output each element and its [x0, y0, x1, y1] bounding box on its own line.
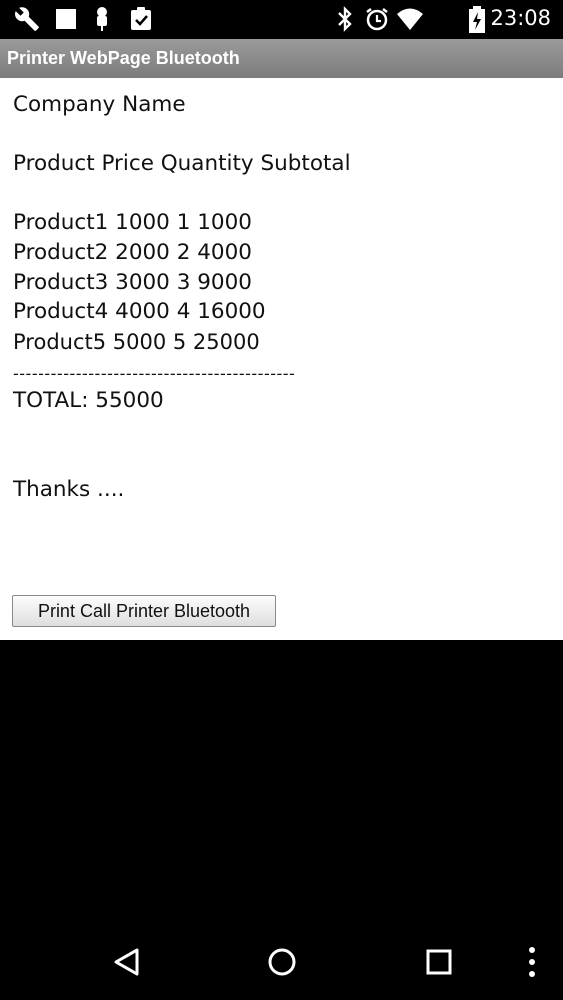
company-name: Company Name — [13, 92, 186, 117]
overflow-menu-icon[interactable] — [520, 942, 544, 986]
android-debug-icon — [90, 6, 114, 36]
status-bar: 23:08 — [0, 0, 563, 39]
thanks-message: Thanks .... — [13, 477, 125, 502]
bluetooth-icon — [335, 6, 355, 36]
back-icon[interactable] — [110, 942, 144, 986]
receipt-item: Product5 5000 5 25000 — [13, 330, 260, 354]
receipt-separator: ----------------------------------------… — [13, 364, 296, 383]
receipt-item: Product3 3000 3 9000 — [13, 270, 252, 295]
wrench-icon — [14, 6, 40, 36]
stop-icon — [55, 8, 77, 34]
clipboard-check-icon — [128, 6, 154, 36]
alarm-icon — [364, 6, 390, 36]
print-button[interactable]: Print Call Printer Bluetooth — [12, 595, 276, 627]
app-title: Printer WebPage Bluetooth — [7, 48, 240, 68]
wifi-icon — [396, 6, 424, 36]
battery-charging-icon — [468, 6, 486, 38]
receipt-item: Product1 1000 1 1000 — [13, 210, 252, 235]
receipt-total: TOTAL: 55000 — [13, 388, 164, 413]
receipt-item: Product4 4000 4 16000 — [13, 299, 266, 324]
navigation-bar — [0, 920, 563, 1000]
recents-icon[interactable] — [423, 942, 457, 986]
home-icon[interactable] — [265, 942, 299, 986]
receipt-header: Product Price Quantity Subtotal — [13, 151, 351, 176]
receipt-item: Product2 2000 2 4000 — [13, 240, 252, 265]
app-title-bar: Printer WebPage Bluetooth — [0, 39, 563, 78]
webview-content: Company Name Product Price Quantity Subt… — [0, 78, 563, 640]
clock: 23:08 — [490, 6, 551, 30]
